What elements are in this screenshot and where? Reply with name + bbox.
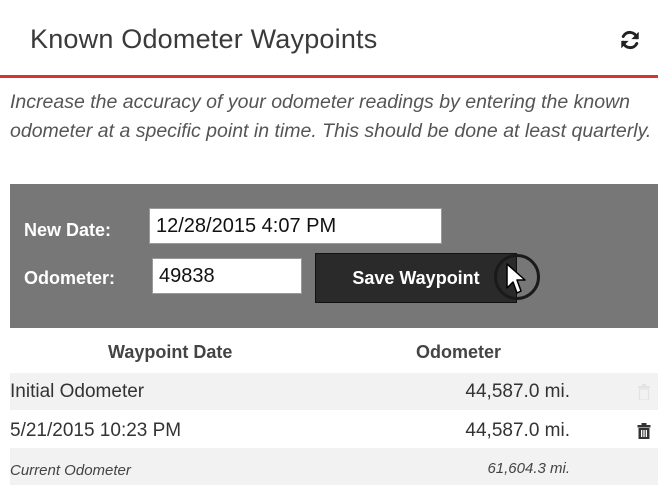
table-row: 5/21/2015 10:23 PM 44,587.0 mi. (10, 410, 658, 448)
intro-text: Increase the accuracy of your odometer r… (10, 91, 652, 142)
trash-icon[interactable] (637, 423, 651, 439)
odometer-label: Odometer: (24, 268, 116, 288)
waypoint-form: New Date: Odometer: Save Waypoint (10, 184, 658, 328)
odometer-input[interactable] (152, 258, 302, 294)
save-waypoint-button[interactable]: Save Waypoint (315, 253, 517, 303)
waypoint-date-cell: 5/21/2015 10:23 PM (10, 420, 182, 441)
mouse-cursor-icon (506, 263, 526, 294)
current-odometer-label: Current Odometer (10, 462, 131, 479)
column-header-odometer: Odometer (416, 342, 502, 362)
trash-icon (638, 384, 650, 400)
panel-title: Known Odometer Waypoints (30, 24, 378, 54)
waypoint-date-cell: Initial Odometer (10, 381, 145, 402)
current-odometer-value: 61,604.3 mi. (487, 460, 570, 477)
refresh-icon[interactable] (619, 29, 641, 51)
panel-header: Known Odometer Waypoints (0, 0, 658, 78)
new-date-label: New Date: (24, 220, 112, 240)
waypoint-odometer-cell: 44,587.0 mi. (465, 381, 570, 402)
table-footer-row: Current Odometer 61,604.3 mi. (10, 448, 658, 485)
waypoint-odometer-cell: 44,587.0 mi. (465, 420, 570, 441)
table-row: Initial Odometer 44,587.0 mi. (10, 373, 658, 410)
column-header-date: Waypoint Date (108, 342, 233, 362)
new-date-input[interactable] (149, 208, 442, 244)
